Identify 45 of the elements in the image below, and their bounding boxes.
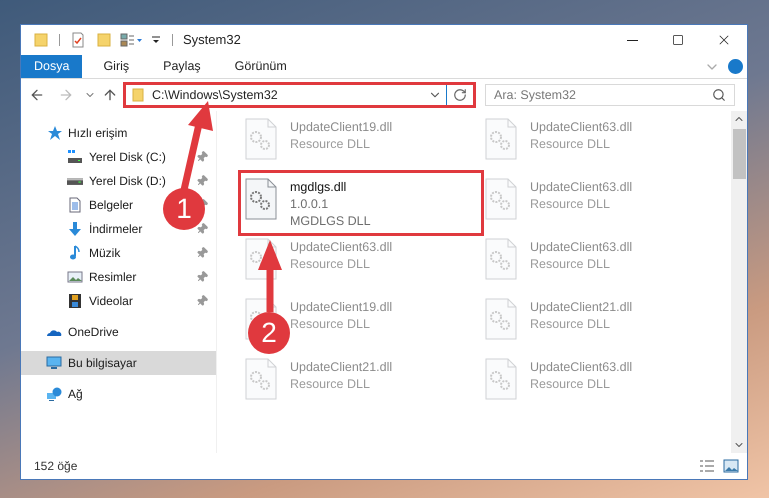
sidebar-label: Belgeler [89,197,134,214]
sidebar-label: İndirmeler [89,221,142,238]
ribbon-tab[interactable]: Görünüm [222,55,300,78]
selected-file-frame[interactable]: mgdlgs.dll 1.0.0.1 MGDLGS DLL [241,173,481,233]
file-name[interactable]: mgdlgs.dll [290,179,371,196]
sidebar-label: OneDrive [68,324,119,341]
file-detail: Resource DLL [290,316,371,333]
sidebar-item[interactable]: OneDrive [46,323,119,341]
sidebar-item[interactable]: Yerel Disk (C:) [67,148,166,166]
sidebar-item[interactable]: Hızlı erişim [46,124,128,142]
file-detail: Resource DLL [290,376,371,393]
file-detail: Resource DLL [530,316,611,333]
sidebar-label: Videolar [89,293,133,310]
sidebar-item[interactable]: Belgeler [67,196,134,214]
file-detail: Resource DLL [290,136,371,153]
sidebar-item[interactable]: Bu bilgisayar [21,351,216,375]
file-detail: Resource DLL [530,376,611,393]
address-bar[interactable]: C:\Windows\System32 [123,82,476,108]
sidebar-label: Müzik [89,245,120,262]
file-detail: Resource DLL [530,196,611,213]
sidebar-item[interactable]: Resimler [67,268,136,286]
file-detail: Resource DLL [530,136,611,153]
item-count: 152 öğe [34,458,78,475]
file-detail: MGDLGS DLL [290,213,371,230]
ribbon-tab[interactable]: Giriş [90,55,142,78]
sidebar-item[interactable]: Müzik [67,244,120,262]
sidebar-item[interactable]: Yerel Disk (D:) [67,172,166,190]
file-detail: Resource DLL [290,256,371,273]
file-detail: 1.0.0.1 [290,196,330,213]
sidebar-label: Bu bilgisayar [68,355,137,372]
sidebar-item[interactable]: Videolar [67,292,133,310]
search-field[interactable]: Ara: System32 [485,84,735,106]
window-title: System32 [183,31,241,50]
sidebar-item[interactable]: Ağ [46,385,83,403]
file-detail: Resource DLL [530,256,611,273]
search-input[interactable]: Ara: System32 [494,86,712,104]
address-path: C:\Windows\System32 [152,86,279,104]
ribbon-tab[interactable]: Paylaş [150,55,214,78]
ribbon-tab[interactable]: Dosya [21,55,82,78]
sidebar-item[interactable]: İndirmeler [67,220,142,238]
sidebar-label: Ağ [68,386,83,403]
sidebar-label: Hızlı erişim [68,125,128,142]
sidebar-label: Yerel Disk (D:) [89,173,166,190]
sidebar-label: Resimler [89,269,136,286]
sidebar-label: Yerel Disk (C:) [89,149,166,166]
